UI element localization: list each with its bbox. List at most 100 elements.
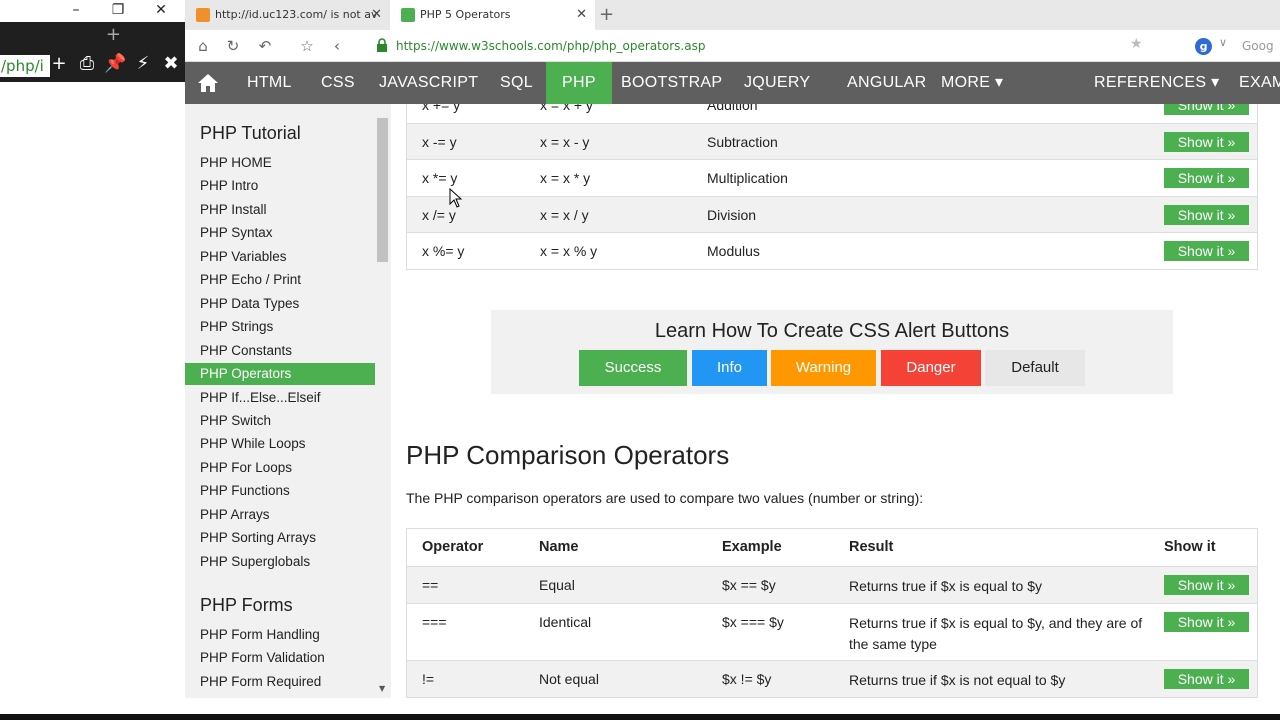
- page-edge: [1270, 104, 1280, 714]
- sidebar-item[interactable]: PHP Constants: [185, 340, 375, 362]
- cell-op: !=: [422, 671, 435, 687]
- warning-button[interactable]: Warning: [771, 350, 876, 386]
- w3schools-favicon-icon: [401, 8, 415, 22]
- cell-result: Returns true if $x is not equal to $y: [849, 672, 1066, 688]
- back-icon[interactable]: ‹: [327, 36, 347, 56]
- close-tab-icon[interactable]: ✕: [576, 0, 587, 30]
- scrollbar-thumb[interactable]: [377, 118, 388, 262]
- new-tab-button[interactable]: +: [599, 0, 614, 30]
- bookmark-star-icon[interactable]: ☆: [297, 36, 317, 56]
- info-button[interactable]: Info: [692, 350, 767, 386]
- cell-desc: Modulus: [707, 243, 760, 260]
- undo-icon[interactable]: ↶: [255, 36, 275, 56]
- plus-icon[interactable]: +: [48, 52, 70, 76]
- success-button[interactable]: Success: [579, 350, 687, 386]
- scroll-down-icon[interactable]: ▼: [379, 684, 385, 693]
- table-row: x %= y x = x % y Modulus Show it »: [407, 232, 1257, 269]
- show-it-button[interactable]: Show it »: [1164, 168, 1249, 189]
- nav-jquery[interactable]: JQUERY: [728, 62, 826, 104]
- sidebar-item[interactable]: PHP Strings: [185, 316, 375, 338]
- tools-icon[interactable]: ✖: [160, 52, 182, 76]
- sidebar-item[interactable]: PHP For Loops: [185, 457, 375, 479]
- url-field[interactable]: https://www.w3schools.com/php/php_operat…: [396, 30, 705, 62]
- cell-result: Returns true if $x is equal to $y: [849, 578, 1042, 594]
- show-it-button[interactable]: Show it »: [1164, 104, 1249, 115]
- home-icon[interactable]: [197, 73, 219, 93]
- sidebar-item[interactable]: PHP Syntax: [185, 222, 375, 244]
- sidebar-item[interactable]: PHP Switch: [185, 410, 375, 432]
- show-it-button[interactable]: Show it »: [1164, 241, 1249, 262]
- sidebar-item[interactable]: PHP Form Required: [185, 671, 375, 693]
- show-it-button[interactable]: Show it »: [1164, 575, 1249, 595]
- sidebar-item[interactable]: PHP While Loops: [185, 433, 375, 455]
- close-icon[interactable]: ✕: [141, 0, 181, 22]
- table-row: x *= yx = x * y Multiplication Show it »: [407, 159, 1257, 196]
- sidebar-scrollbar[interactable]: ▼: [375, 104, 391, 698]
- tab-label: http://id.uc123.com/ is not av: [215, 8, 378, 21]
- cell-desc: Division: [707, 206, 757, 223]
- default-button[interactable]: Default: [985, 350, 1085, 386]
- sidebar-item[interactable]: PHP Form Validation: [185, 647, 375, 669]
- restore-icon[interactable]: ❐: [98, 0, 138, 22]
- lock-icon: [377, 38, 387, 52]
- reload-icon[interactable]: ↻: [223, 36, 243, 56]
- sidebar-item[interactable]: PHP Install: [185, 199, 375, 221]
- nav-exercises[interactable]: EXAM: [1223, 62, 1280, 104]
- minimize-icon[interactable]: –: [56, 0, 96, 22]
- tab-php-operators[interactable]: PHP 5 Operators ✕: [390, 0, 595, 30]
- table-row: == Equal $x == $y Returns true if $x is equ…: [407, 566, 1257, 603]
- sidebar-item[interactable]: PHP Arrays: [185, 504, 375, 526]
- sidebar-item[interactable]: PHP HOME: [185, 152, 375, 174]
- nav-css[interactable]: CSS: [305, 62, 371, 104]
- nav-bootstrap[interactable]: BOOTSTRAP: [605, 62, 738, 104]
- sidebar-item[interactable]: PHP Data Types: [185, 293, 375, 315]
- new-tab-icon[interactable]: +: [0, 22, 185, 48]
- sidebar-item[interactable]: PHP Intro: [185, 175, 375, 197]
- header-name: Name: [539, 539, 579, 555]
- cell-op: ===: [422, 614, 447, 630]
- show-it-button[interactable]: Show it »: [1164, 204, 1249, 225]
- home-icon[interactable]: ⌂: [193, 36, 213, 56]
- cell-desc: Addition: [707, 104, 758, 113]
- show-it-button[interactable]: Show it »: [1164, 612, 1249, 632]
- print-icon[interactable]: ⎙: [76, 52, 98, 76]
- tab-uc123[interactable]: http://id.uc123.com/ is not av ✕: [185, 0, 390, 30]
- background-toolbar-icons: + ⎙ 📌 ⚡ ✖: [48, 52, 182, 76]
- sidebar-item[interactable]: PHP Form Handling: [185, 624, 375, 646]
- sidebar-item[interactable]: PHP Variables: [185, 246, 375, 268]
- chevron-down-icon[interactable]: ∨: [1219, 36, 1227, 49]
- search-engine-icon[interactable]: g: [1195, 38, 1212, 55]
- table-row: x -= y x = x - y Subtraction Show it »: [407, 122, 1257, 160]
- show-it-button[interactable]: Show it »: [1164, 131, 1249, 152]
- danger-button[interactable]: Danger: [881, 350, 981, 386]
- nav-php[interactable]: PHP: [546, 62, 612, 104]
- nav-html[interactable]: HTML: [231, 62, 308, 104]
- sidebar-item[interactable]: PHP Operators: [185, 363, 375, 386]
- search-field[interactable]: Goog: [1242, 30, 1274, 62]
- table-row: != Not equal $x != $y Returns true if $x is…: [407, 660, 1257, 697]
- css-alert-promo[interactable]: Learn How To Create CSS Alert Buttons Su…: [491, 310, 1173, 394]
- cell-same: x = x + y: [540, 104, 593, 113]
- sidebar-item[interactable]: PHP Echo / Print: [185, 269, 375, 291]
- nav-references[interactable]: REFERENCES ▾: [1078, 62, 1235, 104]
- favorite-star-icon[interactable]: ★: [1130, 36, 1143, 52]
- close-tab-icon[interactable]: ✕: [371, 0, 382, 30]
- background-window: – ❐ ✕ + /php/i + ⎙ 📌 ⚡ ✖: [0, 0, 185, 720]
- sidebar-item[interactable]: PHP Superglobals: [185, 551, 375, 573]
- nav-javascript[interactable]: JAVASCRIPT: [363, 62, 494, 104]
- sidebar-item[interactable]: PHP Sorting Arrays: [185, 527, 375, 549]
- tab-bar: http://id.uc123.com/ is not av ✕ PHP 5 O…: [185, 0, 1280, 30]
- background-url-field[interactable]: /php/i: [0, 55, 50, 77]
- pin-icon[interactable]: 📌: [104, 52, 126, 76]
- cell-desc: Multiplication: [707, 170, 788, 187]
- nav-more[interactable]: MORE ▾: [925, 62, 1019, 104]
- sidebar-item[interactable]: PHP If...Else...Elseif: [185, 387, 375, 409]
- cell-same: x = x % y: [540, 243, 598, 260]
- sidebar-item[interactable]: PHP Functions: [185, 480, 375, 502]
- mouse-cursor-icon: [449, 188, 463, 208]
- show-it-button[interactable]: Show it »: [1164, 669, 1249, 689]
- nav-sql[interactable]: SQL: [484, 62, 549, 104]
- cell-op: x -= y: [422, 133, 457, 150]
- sidebar-heading-forms: PHP Forms: [200, 595, 293, 615]
- lightning-icon[interactable]: ⚡: [132, 52, 154, 76]
